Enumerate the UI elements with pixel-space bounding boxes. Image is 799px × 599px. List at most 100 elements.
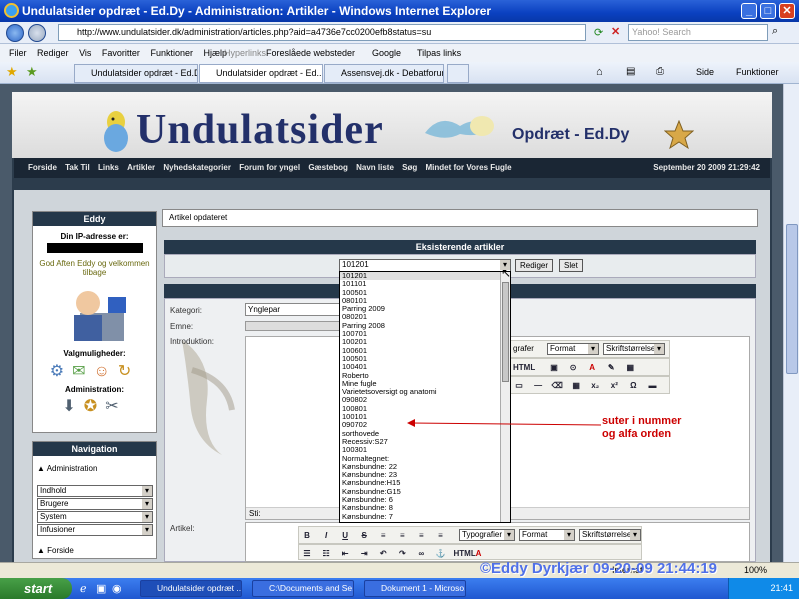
search-icon[interactable]: ⌕: [772, 25, 778, 38]
nav-forside-link[interactable]: ▲ Forside: [37, 546, 74, 555]
anchor-icon[interactable]: ⚓: [434, 548, 446, 560]
link-google[interactable]: Google: [372, 44, 401, 62]
highlight-icon[interactable]: ✎: [605, 362, 617, 374]
anchor-icon[interactable]: ⊙: [567, 362, 579, 374]
quicklaunch-media-icon[interactable]: ◉: [112, 582, 122, 595]
html-icon[interactable]: HTML: [454, 548, 476, 560]
menu-file[interactable]: Filer: [9, 48, 27, 58]
align-left-icon[interactable]: ≡: [377, 530, 389, 542]
emne-input[interactable]: [245, 321, 341, 331]
grid-icon[interactable]: ▦: [570, 380, 582, 392]
forward-icon[interactable]: [28, 24, 46, 42]
nav-select-brugere[interactable]: Brugere: [37, 498, 153, 510]
nav-sog[interactable]: Søg: [402, 163, 417, 172]
start-button[interactable]: start: [0, 578, 72, 599]
kategori-select[interactable]: Ynglepar: [245, 303, 341, 316]
logout-icon[interactable]: ↻: [118, 363, 139, 380]
eraser-icon[interactable]: ⌫: [551, 380, 563, 392]
page-scrollbar[interactable]: [783, 84, 799, 562]
minimize-button[interactable]: _: [741, 3, 757, 19]
nav-select-infusioner[interactable]: Infusioner: [37, 524, 153, 536]
line-icon[interactable]: ▬: [646, 380, 658, 392]
strike-icon[interactable]: S: [358, 530, 370, 542]
add-favorites-icon[interactable]: ★: [26, 64, 38, 80]
users-icon[interactable]: ☺: [94, 363, 118, 380]
article-format-select[interactable]: Format: [519, 529, 575, 541]
nav-artikler[interactable]: Artikler: [127, 163, 155, 172]
mail-icon[interactable]: ✉: [72, 363, 93, 380]
close-button[interactable]: ✕: [779, 3, 795, 19]
maximize-button[interactable]: □: [760, 3, 776, 19]
align-right-icon[interactable]: ≡: [415, 530, 427, 542]
download-icon[interactable]: ⬇: [62, 398, 83, 415]
nav-select-system[interactable]: System: [37, 511, 153, 523]
menu-favorites[interactable]: Favoritter: [102, 48, 140, 58]
admin-badge-icon[interactable]: ✪: [84, 398, 105, 415]
intro-format-select[interactable]: Format: [547, 343, 599, 355]
address-input[interactable]: http://www.undulatsider.dk/administratio…: [58, 24, 586, 41]
settings-icon[interactable]: ⚙: [50, 363, 72, 380]
justify-icon[interactable]: ≡: [434, 530, 446, 542]
text-color-icon[interactable]: A: [586, 362, 598, 374]
home-icon[interactable]: ⌂: [596, 66, 603, 78]
article-dropdown-list[interactable]: 101201 101101 100501 080101 Parring 2009 0802…: [339, 271, 511, 523]
tab-1[interactable]: Undulatsider opdræt - Ed.Dy...: [74, 64, 198, 83]
nav-gaestebog[interactable]: Gæstebog: [308, 163, 348, 172]
nav-links[interactable]: Links: [98, 163, 119, 172]
html-icon[interactable]: HTML: [513, 362, 535, 374]
back-icon[interactable]: [6, 24, 24, 42]
print-icon[interactable]: ⎙: [656, 66, 664, 77]
bullet-list-icon[interactable]: ☰: [301, 548, 313, 560]
new-tab-button[interactable]: [447, 64, 469, 83]
task-ie[interactable]: Undulatsider opdræt ...: [140, 580, 242, 597]
redo-icon[interactable]: ↷: [396, 548, 408, 560]
tools-icon[interactable]: ✂: [105, 398, 126, 415]
superscript-icon[interactable]: x²: [608, 380, 620, 392]
favorites-star-icon[interactable]: ★: [6, 64, 18, 80]
search-input[interactable]: Yahoo! Search: [628, 24, 768, 41]
article-font-select[interactable]: Typografier: [459, 529, 515, 541]
table-icon[interactable]: ▦: [624, 362, 636, 374]
nav-tak-til[interactable]: Tak Til: [65, 163, 90, 172]
intro-size-select[interactable]: Skriftstørrelse: [603, 343, 665, 355]
tools-menu[interactable]: Funktioner: [736, 67, 779, 77]
delete-button[interactable]: Slet: [559, 259, 583, 272]
link-customize[interactable]: Tilpas links: [417, 44, 461, 62]
align-center-icon[interactable]: ≡: [396, 530, 408, 542]
article-size-select[interactable]: Skriftstørrelse: [579, 529, 641, 541]
nav-navn-liste[interactable]: Navn liste: [356, 163, 394, 172]
number-list-icon[interactable]: ☷: [320, 548, 332, 560]
nav-nyhedskategorier[interactable]: Nyhedskategorier: [163, 163, 231, 172]
nav-mindet[interactable]: Mindet for Vores Fugle: [426, 163, 512, 172]
menu-tools[interactable]: Funktioner: [150, 48, 193, 58]
link-suggested-sites[interactable]: Foreslåede websteder: [266, 44, 355, 62]
refresh-icon[interactable]: ⟳: [594, 26, 603, 39]
undo-icon[interactable]: ↶: [377, 548, 389, 560]
tab-2[interactable]: Undulatsider opdræt - Ed...: [199, 64, 323, 83]
dropdown-scrollbar[interactable]: [500, 272, 510, 522]
bold-icon[interactable]: B: [301, 530, 313, 542]
underline-icon[interactable]: U: [339, 530, 351, 542]
intro-font-select[interactable]: grafer: [513, 344, 534, 353]
text-color-icon[interactable]: A: [473, 548, 485, 560]
link-icon[interactable]: ∞: [415, 548, 427, 560]
zoom-level[interactable]: 100%: [744, 563, 767, 578]
menu-view[interactable]: Vis: [79, 48, 91, 58]
omega-icon[interactable]: Ω: [627, 380, 639, 392]
stop-icon[interactable]: ✕: [611, 25, 620, 38]
subscript-icon[interactable]: x₂: [589, 380, 601, 392]
dropdown-option[interactable]: Kønsbundne: 7: [340, 512, 510, 521]
task-explorer[interactable]: C:\Documents and Se...: [252, 580, 354, 597]
edit-button[interactable]: Rediger: [515, 259, 554, 272]
site-logo[interactable]: Undulatsider: [136, 106, 384, 154]
nav-forum[interactable]: Forum for yngel: [239, 163, 300, 172]
image-icon[interactable]: ▣: [548, 362, 560, 374]
hr-icon[interactable]: —: [532, 380, 544, 392]
frame-icon[interactable]: ▭: [513, 380, 525, 392]
nav-forside[interactable]: Forside: [28, 163, 57, 172]
task-word[interactable]: Dokument 1 - Microso...: [364, 580, 466, 597]
indent-icon[interactable]: ⇥: [358, 548, 370, 560]
tab-3[interactable]: Assensvej.dk - Debatforum: ...: [324, 64, 444, 83]
page-menu[interactable]: Side: [696, 67, 714, 77]
italic-icon[interactable]: I: [320, 530, 332, 542]
